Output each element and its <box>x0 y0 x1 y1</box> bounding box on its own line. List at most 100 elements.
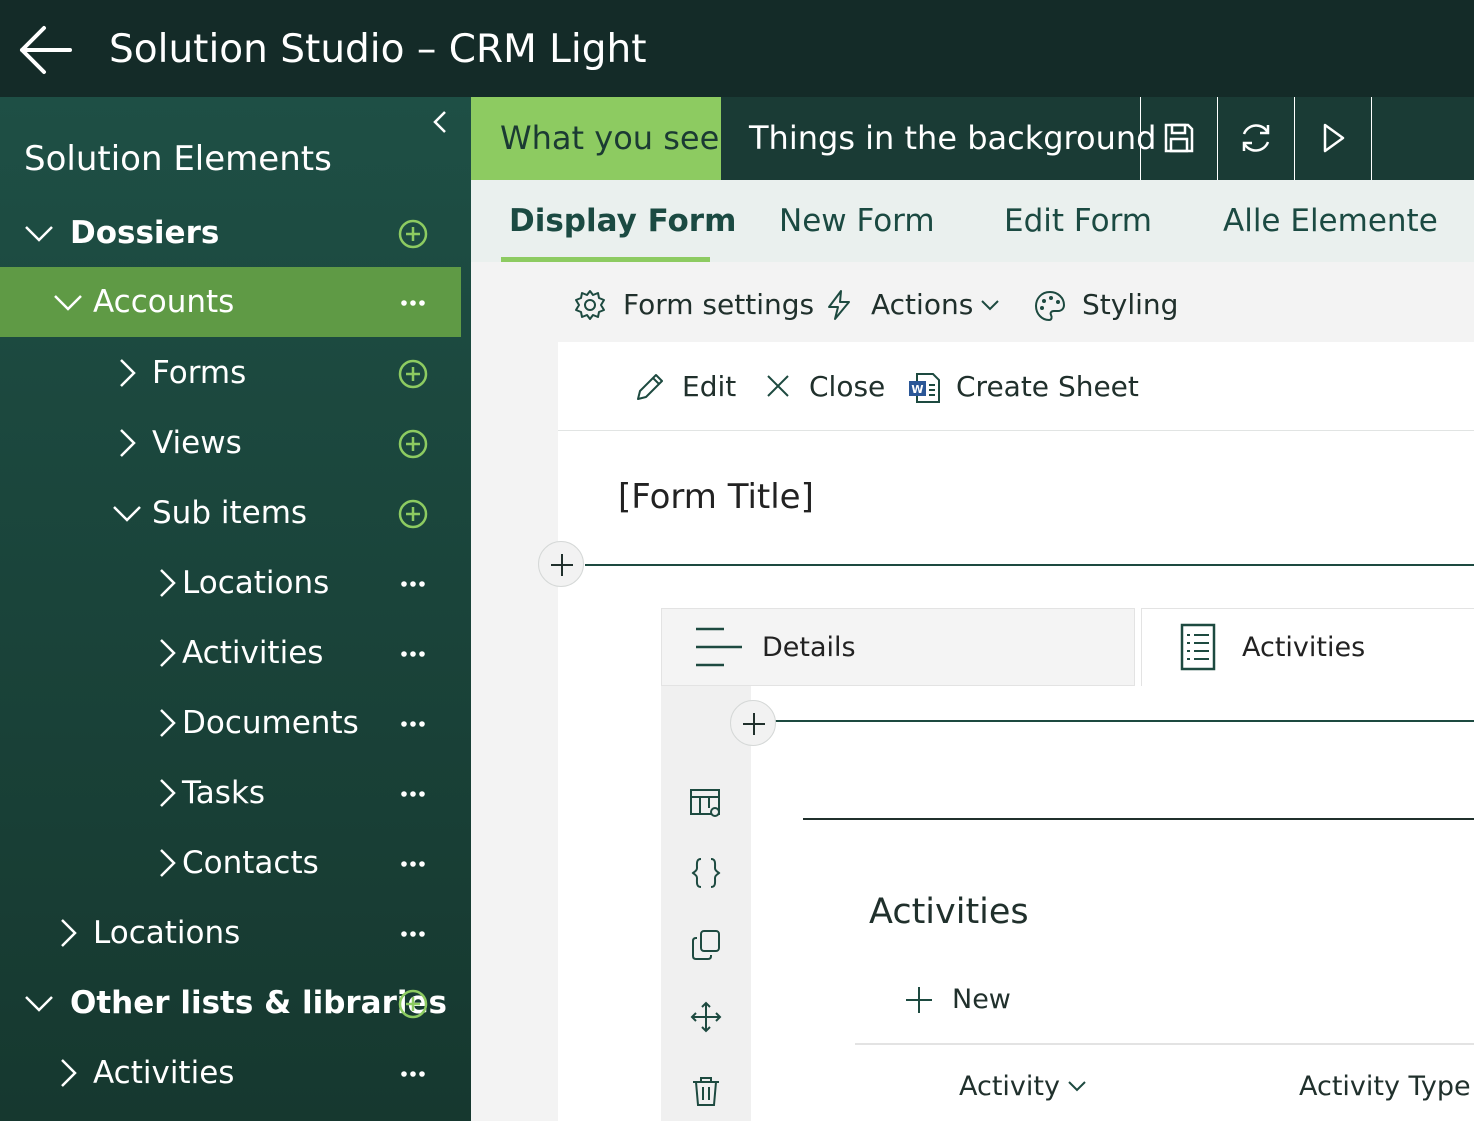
pencil-icon <box>637 374 663 400</box>
sidebar-item-locations[interactable]: Locations <box>0 898 461 968</box>
sidebar-item-activities[interactable]: Activities <box>0 1038 461 1108</box>
refresh-button[interactable] <box>1217 97 1294 180</box>
add-circle-icon[interactable] <box>398 429 428 459</box>
close-icon <box>767 375 789 397</box>
form-tab-panel: Details Activities Activities New Activi… <box>661 608 1474 1121</box>
create-sheet-button[interactable]: W Create Sheet <box>907 364 1139 410</box>
more-options-icon[interactable] <box>398 569 428 599</box>
more-options-icon[interactable] <box>398 779 428 809</box>
chevron-right-icon <box>160 849 176 877</box>
play-icon <box>1323 123 1345 153</box>
tab-display-form[interactable]: Display Form <box>509 198 736 244</box>
tab-what-you-see[interactable]: What you see <box>471 97 721 180</box>
activities-tab-label: Activities <box>1242 632 1366 663</box>
add-circle-icon[interactable] <box>398 989 428 1019</box>
save-button[interactable] <box>1140 97 1217 180</box>
chevron-down-icon <box>1068 1081 1086 1092</box>
sidebar-item-documents[interactable]: Documents <box>0 688 461 758</box>
more-options-icon[interactable] <box>398 919 428 949</box>
form-canvas: Edit Close W Create Sheet [Form Title] D… <box>558 342 1474 1121</box>
actions-dropdown[interactable]: Actions <box>823 282 1005 328</box>
more-options-icon[interactable] <box>398 639 428 669</box>
move-arrows-icon[interactable] <box>689 1000 723 1034</box>
sidebar-item-label: Tasks <box>182 775 266 811</box>
chevron-down-icon <box>113 506 141 522</box>
section-separator <box>803 818 1474 820</box>
chevron-down-icon <box>25 996 53 1012</box>
tab-things-in-background[interactable]: Things in the background <box>749 97 1156 180</box>
close-label: Close <box>809 370 886 403</box>
sidebar-item-sub-locations[interactable]: Locations <box>0 548 461 618</box>
back-arrow-icon[interactable] <box>18 24 74 76</box>
sidebar-item-label: Dossiers <box>70 215 220 251</box>
top-bar: Solution Studio – CRM Light <box>0 0 1474 97</box>
svg-text:W: W <box>911 383 923 396</box>
chevron-right-icon <box>120 359 136 387</box>
gear-icon <box>575 290 605 320</box>
save-icon <box>1164 123 1194 153</box>
more-options-icon[interactable] <box>398 709 428 739</box>
plus-icon <box>743 713 765 735</box>
sidebar-item-forms[interactable]: Forms <box>0 338 461 408</box>
mode-bar: What you see Things in the background <box>471 97 1474 180</box>
list-divider <box>855 1043 1474 1045</box>
sidebar-item-label: Locations <box>93 915 241 951</box>
chevron-down-icon <box>981 300 999 311</box>
chevron-down-icon <box>25 226 53 242</box>
close-button[interactable]: Close <box>763 364 886 410</box>
activities-section-title: Activities <box>869 892 1029 932</box>
table-settings-icon[interactable] <box>689 786 723 820</box>
lightning-icon <box>828 290 850 320</box>
sidebar-item-label: Views <box>152 425 242 461</box>
sidebar-item-accounts[interactable]: Accounts <box>0 267 461 337</box>
activity-type-column-label: Activity Type <box>1299 1071 1471 1102</box>
sidebar-item-label: Contacts <box>182 845 319 881</box>
chevron-right-icon <box>160 569 176 597</box>
copy-icon[interactable] <box>689 928 723 962</box>
column-header-activity-type[interactable]: Activity Type <box>1299 1065 1471 1109</box>
add-circle-icon[interactable] <box>398 499 428 529</box>
sidebar-item-other-lists[interactable]: Other lists & libraries <box>0 968 461 1038</box>
sidebar-item-views[interactable]: Views <box>0 408 461 478</box>
form-title: [Form Title] <box>618 477 814 517</box>
tab-edit-form[interactable]: Edit Form <box>1004 198 1152 244</box>
more-options-icon[interactable] <box>398 1059 428 1089</box>
tab-alle-elemente[interactable]: Alle Elemente <box>1223 198 1438 244</box>
styling-button[interactable]: Styling <box>1033 282 1178 328</box>
collapse-chevron-icon[interactable] <box>430 109 452 135</box>
edit-button[interactable]: Edit <box>634 364 736 410</box>
details-tab-label: Details <box>762 632 856 663</box>
sidebar-item-label: Other lists & libraries <box>70 985 447 1021</box>
form-tab-activities[interactable]: Activities <box>1141 608 1474 686</box>
tab-new-form[interactable]: New Form <box>779 198 935 244</box>
add-tab-section-button[interactable] <box>730 700 776 746</box>
add-section-button[interactable] <box>538 541 584 587</box>
toolbar-spacer <box>1371 97 1474 180</box>
column-header-activity[interactable]: Activity <box>959 1065 1099 1109</box>
new-activity-button[interactable]: New <box>904 978 1024 1022</box>
add-circle-icon[interactable] <box>398 219 428 249</box>
actions-label: Actions <box>871 288 974 321</box>
form-settings-button[interactable]: Form settings <box>574 282 814 328</box>
sidebar-item-tasks[interactable]: Tasks <box>0 758 461 828</box>
code-braces-icon[interactable] <box>689 856 723 890</box>
chevron-right-icon <box>61 1059 77 1087</box>
more-options-icon[interactable] <box>398 288 428 318</box>
sidebar-item-label: Activities <box>93 1055 235 1091</box>
form-tab-details[interactable]: Details <box>661 608 1135 686</box>
add-circle-icon[interactable] <box>398 359 428 389</box>
active-tab-indicator <box>501 257 710 262</box>
play-button[interactable] <box>1294 97 1371 180</box>
sidebar-item-sub-items[interactable]: Sub items <box>0 478 461 548</box>
sidebar-item-contacts[interactable]: Contacts <box>0 828 461 898</box>
sidebar-item-sub-activities[interactable]: Activities <box>0 618 461 688</box>
section-rule <box>585 564 1474 566</box>
list-document-icon <box>1180 623 1216 671</box>
trash-icon[interactable] <box>689 1074 723 1108</box>
app-title: Solution Studio – CRM Light <box>109 27 647 72</box>
more-options-icon[interactable] <box>398 849 428 879</box>
form-settings-label: Form settings <box>623 288 815 321</box>
sidebar-item-label: Locations <box>182 565 330 601</box>
sidebar-item-dossiers[interactable]: Dossiers <box>0 198 461 268</box>
form-tabs: Display Form New Form Edit Form Alle Ele… <box>471 180 1474 262</box>
